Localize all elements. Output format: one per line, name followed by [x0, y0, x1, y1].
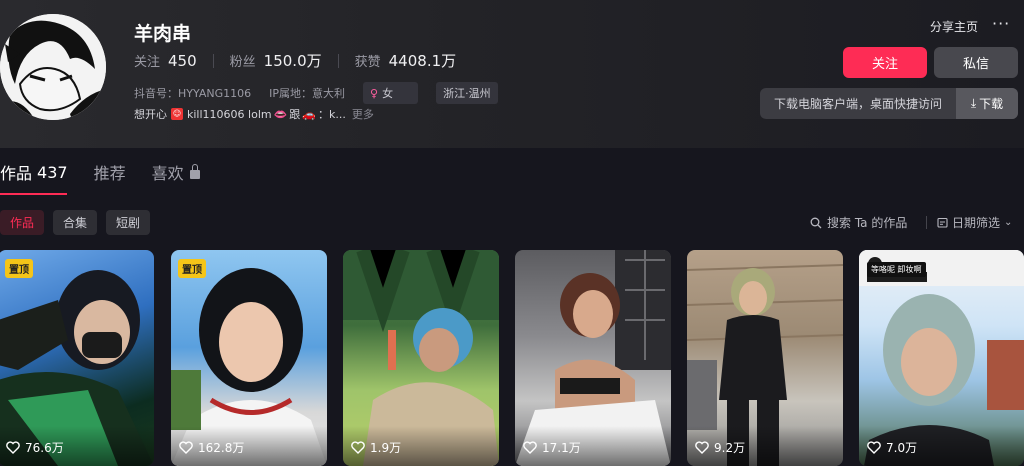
video-likes: 17.1万 — [523, 439, 581, 456]
gender-label: 女 — [382, 87, 394, 100]
following-count[interactable]: 450 — [168, 52, 197, 70]
filter-works[interactable]: 作品 — [0, 210, 45, 235]
video-likes: 7.0万 — [867, 439, 917, 456]
video-card[interactable]: 1.9万 — [343, 250, 499, 466]
download-client-banner: 下载电脑客户端，桌面快捷访问 ⤓ 下载 — [760, 88, 1018, 119]
download-prompt: 下载电脑客户端，桌面快捷访问 — [774, 97, 943, 111]
followers-label[interactable]: 粉丝 — [230, 51, 256, 70]
heart-icon — [867, 441, 881, 454]
like-count: 17.1万 — [542, 441, 581, 455]
video-card[interactable]: 9.2万 — [687, 250, 843, 466]
bio-text: kill110606 lolm — [187, 107, 272, 121]
likes-count: 4408.1万 — [388, 52, 457, 70]
video-likes: 9.2万 — [695, 439, 745, 456]
tab-recommend-label: 推荐 — [93, 164, 126, 183]
profile-bio: 想开心 ☺ kill110606 lolm 👄 跟 🚗 ：k... 更多 — [134, 106, 374, 122]
search-placeholder: 搜索 Ta 的作品 — [827, 216, 908, 230]
tab-works-label: 作品 — [0, 164, 33, 183]
divider — [926, 216, 927, 229]
lips-emoji-icon: 👄 — [273, 107, 288, 121]
female-icon: ♀ — [370, 86, 379, 100]
profile-stats: 关注 450 粉丝 150.0万 获赞 4408.1万 — [134, 50, 456, 71]
video-card[interactable]: 置顶 76.6万 — [0, 250, 154, 466]
tab-recommend[interactable]: 推荐 — [94, 160, 126, 184]
filter-short-dramas[interactable]: 短剧 — [106, 210, 151, 235]
bio-more-link[interactable]: 更多 — [352, 106, 374, 122]
message-button[interactable]: 私信 — [934, 47, 1018, 78]
tab-works-count: 437 — [37, 162, 68, 182]
profile-tabs: 作品 437 推荐 喜欢 — [0, 160, 226, 184]
video-card[interactable]: 置顶 162.8万 — [171, 250, 327, 466]
like-count: 7.0万 — [886, 441, 918, 455]
bio-suffix: 跟 — [289, 108, 301, 121]
date-filter-dropdown[interactable]: 日期筛选 ⌄ — [937, 214, 1012, 231]
heart-icon — [179, 441, 193, 454]
pinned-badge: 置顶 — [5, 259, 33, 278]
profile-meta: 抖音号：HYYANG1106 IP属地：意大利 ♀ 女 浙江·温州 — [134, 82, 516, 104]
tab-likes[interactable]: 喜欢 — [152, 160, 200, 184]
location-tag: 浙江·温州 — [436, 82, 498, 104]
more-options-icon[interactable]: ··· — [992, 14, 1010, 33]
download-button[interactable]: ⤓ 下载 — [956, 88, 1018, 119]
avatar[interactable] — [0, 14, 106, 120]
heart-icon — [351, 441, 365, 454]
follow-button[interactable]: 关注 — [843, 47, 927, 78]
video-likes: 1.9万 — [351, 439, 401, 456]
download-label: 下载 — [979, 97, 1004, 111]
heart-icon — [6, 441, 20, 454]
car-emoji-icon: 🚗 — [302, 107, 316, 121]
search-icon — [810, 217, 822, 228]
avatar-image — [0, 14, 106, 120]
video-likes: 76.6万 — [6, 439, 64, 456]
heart-icon — [695, 441, 709, 454]
divider — [212, 53, 214, 68]
video-caption: 等咯呢 卸妆啊 — [867, 262, 926, 277]
pinned-badge: 置顶 — [178, 259, 206, 278]
calendar-icon — [937, 217, 948, 228]
followers-count[interactable]: 150.0万 — [264, 50, 322, 71]
like-count: 9.2万 — [714, 441, 746, 455]
lock-icon — [189, 163, 200, 179]
heart-icon — [523, 441, 537, 454]
like-count: 1.9万 — [370, 441, 402, 455]
bio-tail: ：k... — [318, 108, 346, 121]
like-count: 162.8万 — [198, 441, 245, 455]
date-filter-label: 日期筛选 — [952, 216, 1001, 230]
tab-likes-label: 喜欢 — [151, 164, 184, 183]
download-icon: ⤓ — [970, 96, 977, 110]
divider — [337, 53, 339, 68]
filter-collections[interactable]: 合集 — [53, 210, 98, 235]
bio-prefix: 想开心 — [134, 108, 167, 121]
filter-chips: 作品 合集 短剧 — [0, 210, 159, 235]
chevron-down-icon: ⌄ — [1004, 217, 1013, 228]
share-profile-link[interactable]: 分享主页 — [930, 18, 978, 35]
like-count: 76.6万 — [25, 441, 64, 455]
active-tab-indicator — [0, 193, 67, 195]
profile-name: 羊肉串 — [134, 23, 192, 45]
ip-location: IP属地：意大利 — [269, 87, 346, 100]
video-likes: 162.8万 — [179, 439, 244, 456]
search-works[interactable]: 搜索 Ta 的作品 — [810, 214, 907, 231]
video-card[interactable]: 等咯呢 卸妆啊 7.0万 — [859, 250, 1024, 466]
video-card[interactable]: 17.1万 — [515, 250, 671, 466]
following-label[interactable]: 关注 — [134, 51, 160, 70]
douyin-id: 抖音号：HYYANG1106 — [134, 87, 252, 100]
tab-works[interactable]: 作品 437 — [0, 160, 68, 184]
gender-tag: ♀ 女 — [363, 82, 419, 104]
likes-label: 获赞 — [354, 55, 381, 70]
emoji-icon: ☺ — [171, 108, 183, 120]
